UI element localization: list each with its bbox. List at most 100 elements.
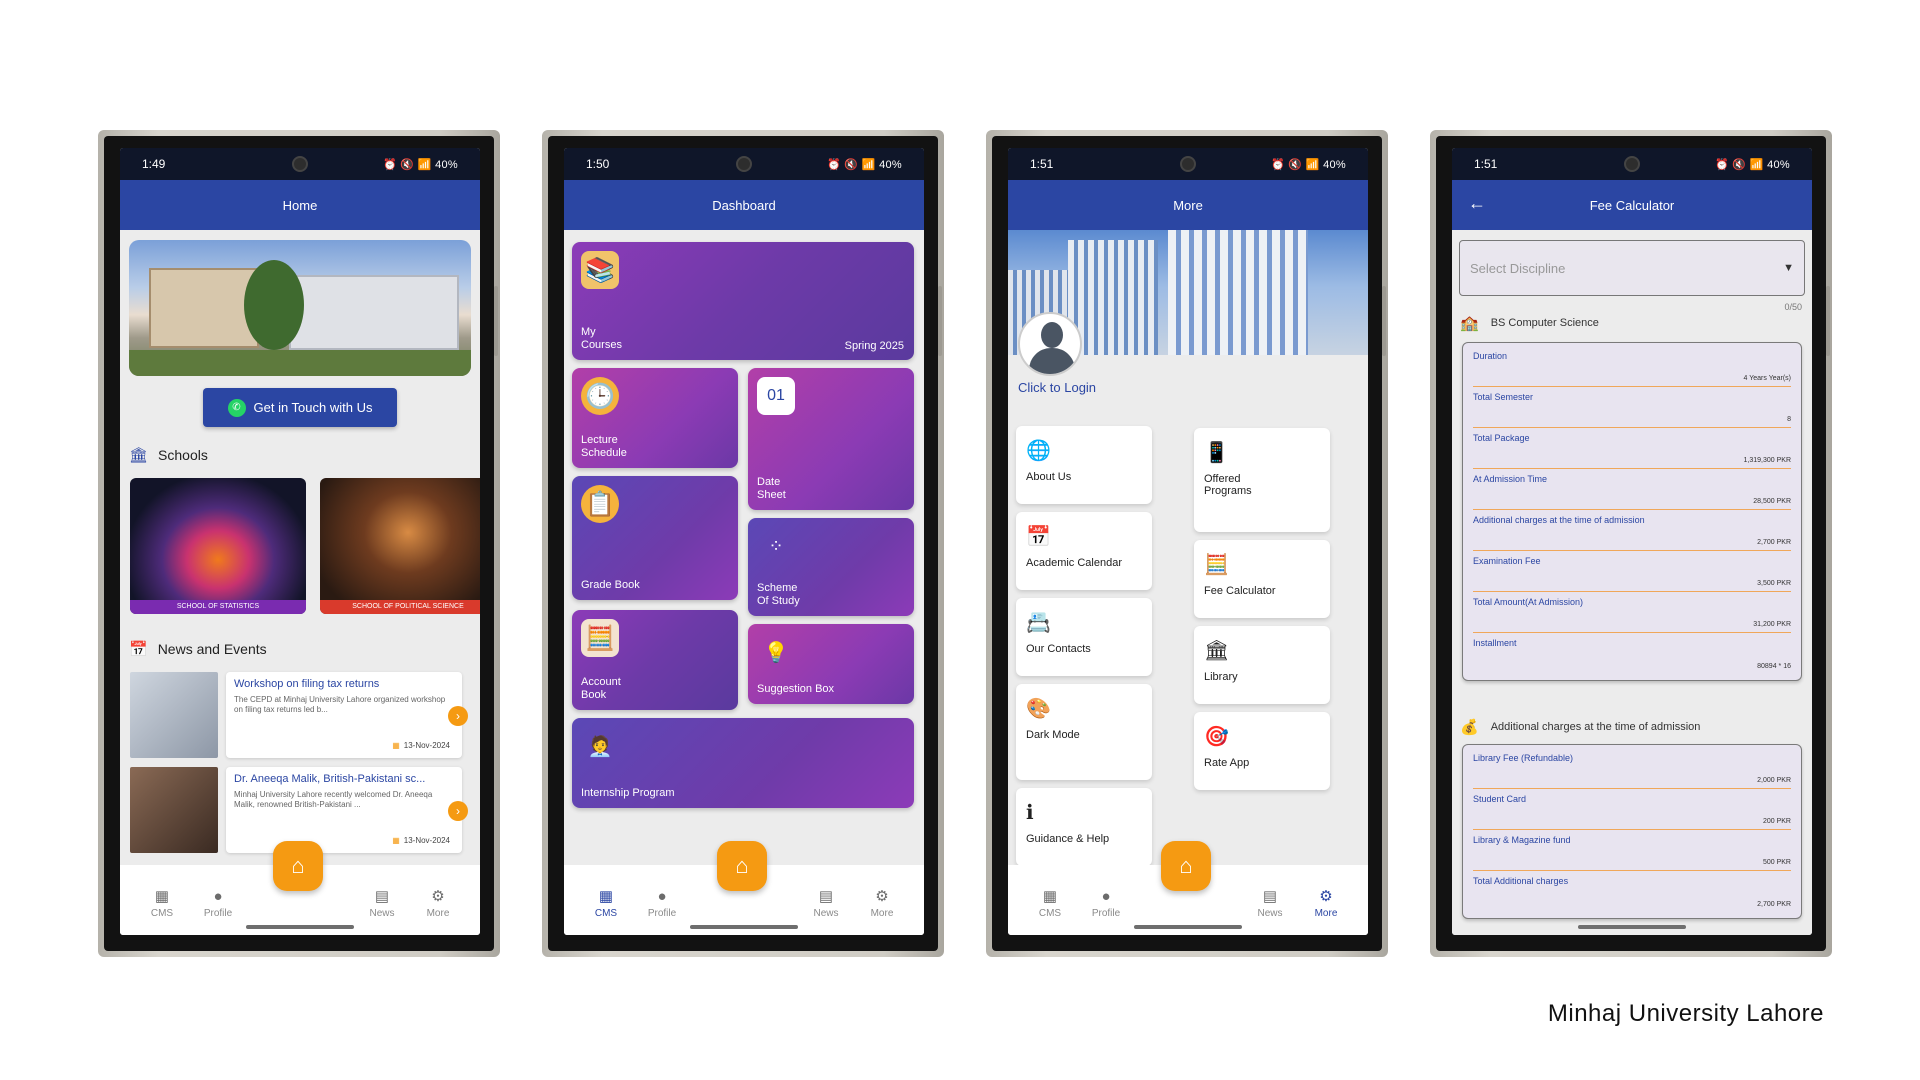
books-icon: 📚 xyxy=(581,251,619,289)
fee-row: Library & Magazine fund 500 PKR xyxy=(1473,830,1791,871)
status-time: 1:51 xyxy=(1474,157,1498,171)
money-icon: 💰 xyxy=(1460,719,1479,736)
nav-cms[interactable]: ▦ CMS xyxy=(1022,888,1078,919)
tile-internship-program[interactable]: 🧑‍💼 Internship Program xyxy=(572,718,914,808)
menu-our-contacts[interactable]: 📇 Our Contacts xyxy=(1016,598,1152,676)
tile-scheme-of-study[interactable]: ⁘ Scheme Of Study xyxy=(748,518,914,616)
chevron-right-icon[interactable]: › xyxy=(448,706,468,726)
palette-icon: 🎨 xyxy=(1026,698,1051,720)
home-screen: 1:49 ⏰ 🔇 📶 40% Home ✆ Get in Touch with … xyxy=(120,148,480,935)
home-fab-button[interactable]: ⌂ xyxy=(1161,841,1211,891)
chat-icon: ▤ xyxy=(374,888,390,905)
select-placeholder: Select Discipline xyxy=(1470,260,1566,276)
back-arrow-icon[interactable]: ← xyxy=(1468,193,1486,214)
home-fab-button[interactable]: ⌂ xyxy=(273,841,323,891)
status-icons: ⏰ 🔇 📶 40% xyxy=(827,158,902,171)
nav-news[interactable]: ▤ News xyxy=(1242,888,1298,919)
news-card[interactable]: Workshop on filing tax returns The CEPD … xyxy=(226,672,468,758)
school-card-political-science[interactable]: SCHOOL OF POLITICAL SCIENCE xyxy=(320,478,480,614)
fee-calculator-screen: 1:51 ⏰ 🔇 📶 40% ← Fee Calculator Select D… xyxy=(1452,148,1812,935)
gesture-bar xyxy=(246,925,354,929)
app-bar: More xyxy=(1008,180,1368,230)
school-card-statistics[interactable]: SCHOOL OF STATISTICS xyxy=(130,478,306,614)
gesture-bar xyxy=(690,925,798,929)
nav-more[interactable]: ⚙ More xyxy=(410,888,466,919)
more-screen: 1:51 ⏰ 🔇 📶 40% More Click to Login 🌐 Abou… xyxy=(1008,148,1368,935)
dashboard-screen: 1:50 ⏰ 🔇 📶 40% Dashboard 📚 My Courses Sp… xyxy=(564,148,924,935)
tile-label: Date Sheet xyxy=(757,476,786,501)
menu-rate-app[interactable]: 🎯 Rate App xyxy=(1194,712,1330,790)
gesture-bar xyxy=(1578,925,1686,929)
calendar-icon: ▦ xyxy=(392,741,400,750)
news-card[interactable]: Dr. Aneeqa Malik, British-Pakistani sc..… xyxy=(226,767,468,853)
app-bar: Dashboard xyxy=(564,180,924,230)
fee-row: Total Additional charges 2,700 PKR xyxy=(1473,876,1791,908)
menu-academic-calendar[interactable]: 📅 Academic Calendar xyxy=(1016,512,1152,590)
fee-row: Examination Fee 3,500 PKR xyxy=(1473,551,1791,592)
nav-profile[interactable]: ● Profile xyxy=(190,888,246,919)
phone-home: 1:49 ⏰ 🔇 📶 40% Home ✆ Get in Touch with … xyxy=(98,130,500,957)
nav-profile[interactable]: ● Profile xyxy=(1078,888,1134,919)
whatsapp-contact-button[interactable]: ✆ Get in Touch with Us xyxy=(203,388,397,427)
suggestion-icon: 💡 xyxy=(763,641,789,664)
brand-caption: Minhaj University Lahore xyxy=(1547,1000,1824,1027)
page-title: More xyxy=(1173,197,1203,213)
news-heading: 📅 News and Events xyxy=(129,640,267,658)
nav-news[interactable]: ▤ News xyxy=(798,888,854,919)
tile-account-book[interactable]: 🧮 Account Book xyxy=(572,610,738,710)
status-bar: 1:49 ⏰ 🔇 📶 40% xyxy=(120,148,480,180)
tile-date-sheet[interactable]: 01 Date Sheet xyxy=(748,368,914,510)
schools-heading-label: Schools xyxy=(158,447,208,463)
login-link[interactable]: Click to Login xyxy=(1018,380,1096,395)
discipline-select[interactable]: Select Discipline ▼ xyxy=(1459,240,1805,296)
menu-guidance-help[interactable]: ℹ Guidance & Help xyxy=(1016,788,1152,866)
front-camera xyxy=(1180,156,1196,172)
fee-row: Duration 4 Years Year(s) xyxy=(1473,346,1791,387)
contacts-icon: 📇 xyxy=(1026,612,1051,634)
info-icon: ℹ xyxy=(1026,802,1034,824)
nav-news[interactable]: ▤ News xyxy=(354,888,410,919)
school-card-label: SCHOOL OF STATISTICS xyxy=(130,600,306,614)
nav-more[interactable]: ⚙ More xyxy=(854,888,910,919)
app-bar: Home xyxy=(120,180,480,230)
tile-lecture-schedule[interactable]: 🕒 Lecture Schedule xyxy=(572,368,738,468)
phone-more: 1:51 ⏰ 🔇 📶 40% More Click to Login 🌐 Abou… xyxy=(986,130,1388,957)
tile-label: Suggestion Box xyxy=(757,683,835,695)
status-icons: ⏰ 🔇 📶 40% xyxy=(1715,158,1790,171)
home-icon: ⌂ xyxy=(1179,853,1193,878)
menu-fee-calculator[interactable]: 🧮 Fee Calculator xyxy=(1194,540,1330,618)
home-fab-button[interactable]: ⌂ xyxy=(717,841,767,891)
chevron-right-icon[interactable]: › xyxy=(448,801,468,821)
news-heading-label: News and Events xyxy=(157,641,267,657)
person-icon: ● xyxy=(657,888,667,905)
briefcase-icon: 🧑‍💼 xyxy=(587,735,613,758)
status-icons: ⏰ 🔇 📶 40% xyxy=(1271,158,1346,171)
news-excerpt: Minhaj University Lahore recently welcom… xyxy=(234,790,433,809)
nav-cms[interactable]: ▦ CMS xyxy=(134,888,190,919)
menu-about-us[interactable]: 🌐 About Us xyxy=(1016,426,1152,504)
whatsapp-button-label: Get in Touch with Us xyxy=(253,400,373,415)
menu-library[interactable]: 🏛 Library xyxy=(1194,626,1330,704)
grid-icon: ▦ xyxy=(1042,888,1058,905)
home-icon: ⌂ xyxy=(291,853,305,878)
avatar[interactable] xyxy=(1018,312,1082,376)
chat-icon: ▤ xyxy=(818,888,834,905)
nav-cms[interactable]: ▦ CMS xyxy=(578,888,634,919)
news-item[interactable]: Workshop on filing tax returns The CEPD … xyxy=(130,672,468,758)
menu-dark-mode[interactable]: 🎨 Dark Mode xyxy=(1016,684,1152,780)
more-content: Click to Login 🌐 About Us 📱 Offered Progra… xyxy=(1008,230,1368,935)
star-icon: 🎯 xyxy=(1204,726,1229,748)
tile-grade-book[interactable]: 📋 Grade Book xyxy=(572,476,738,600)
page-title: Dashboard xyxy=(712,197,776,213)
tile-my-courses[interactable]: 📚 My Courses Spring 2025 xyxy=(572,242,914,360)
menu-offered-programs[interactable]: 📱 Offered Programs xyxy=(1194,428,1330,532)
nav-more[interactable]: ⚙ More xyxy=(1298,888,1354,919)
home-content[interactable]: ✆ Get in Touch with Us 🏛 Schools SCHOOL … xyxy=(120,230,480,935)
phone-fee-calculator: 1:51 ⏰ 🔇 📶 40% ← Fee Calculator Select D… xyxy=(1430,130,1832,957)
tile-suggestion-box[interactable]: 💡 Suggestion Box xyxy=(748,624,914,704)
additional-charges-panel: Library Fee (Refundable) 2,000 PKR Studen… xyxy=(1462,744,1802,919)
nav-profile[interactable]: ● Profile xyxy=(634,888,690,919)
news-thumbnail xyxy=(130,767,218,853)
status-time: 1:51 xyxy=(1030,157,1054,171)
gear-icon: ⚙ xyxy=(1319,888,1333,905)
